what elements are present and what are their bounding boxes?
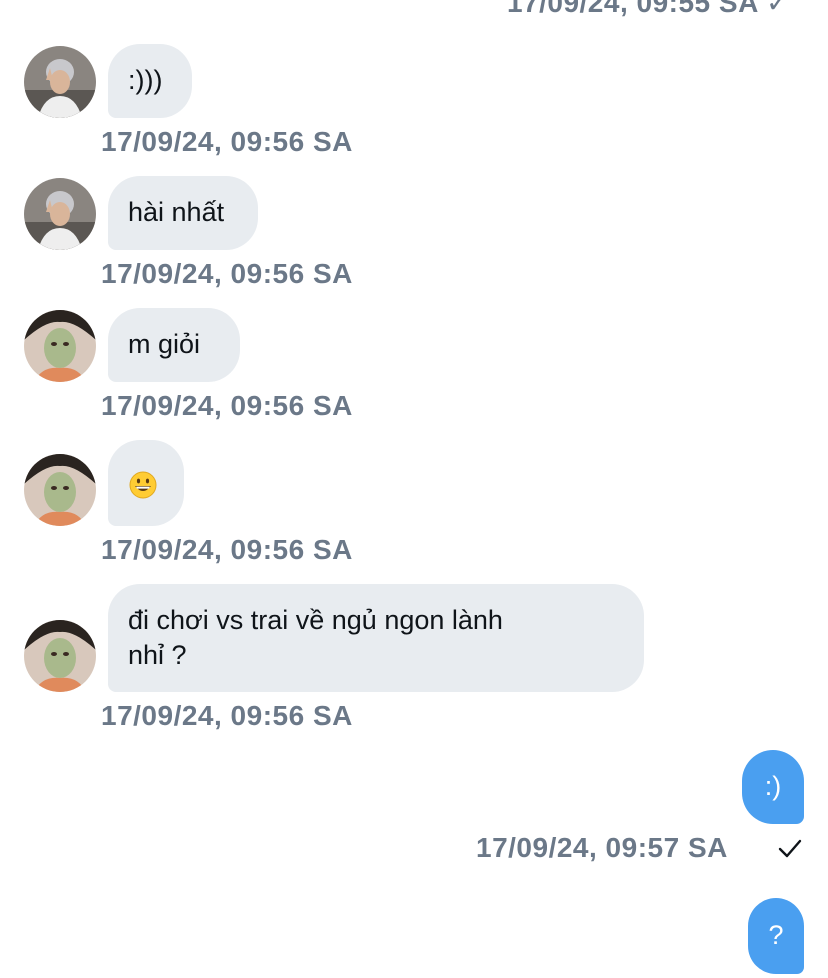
outgoing-message-bubble[interactable]: ? bbox=[748, 898, 804, 974]
message-text: :) bbox=[764, 771, 782, 801]
message-bubble[interactable]: hài nhất bbox=[108, 176, 258, 250]
message-text-line: đi chơi vs trai về ngủ ngon lành bbox=[128, 605, 503, 635]
message-bubble[interactable]: đi chơi vs trai về ngủ ngon lành nhỉ ? bbox=[108, 584, 644, 692]
message-timestamp: 17/09/24, 09:57 SA bbox=[476, 832, 728, 863]
message-timestamp: 17/09/24, 09:56 SA bbox=[101, 258, 353, 289]
message-text: m giỏi bbox=[128, 329, 201, 359]
grinning-face-icon bbox=[129, 471, 163, 499]
message-text: :))) bbox=[128, 65, 163, 95]
outgoing-message-bubble[interactable]: :) bbox=[742, 750, 804, 824]
message-timestamp: 17/09/24, 09:56 SA bbox=[101, 390, 353, 421]
contact-2-avatar[interactable] bbox=[24, 310, 96, 382]
message-text: hài nhất bbox=[128, 197, 225, 227]
message-bubble[interactable]: :))) bbox=[108, 44, 192, 118]
timestamp-partial: 17/09/24, 09:55 SA ✓ bbox=[506, 0, 790, 18]
contact-1-avatar[interactable] bbox=[24, 46, 96, 118]
message-bubble[interactable]: m giỏi bbox=[108, 308, 240, 382]
message-timestamp: 17/09/24, 09:56 SA bbox=[101, 126, 353, 157]
message-text: ? bbox=[768, 920, 784, 950]
message-bubble[interactable] bbox=[108, 440, 184, 526]
contact-2-avatar[interactable] bbox=[24, 620, 96, 692]
message-timestamp: 17/09/24, 09:56 SA bbox=[101, 700, 353, 731]
contact-1-avatar[interactable] bbox=[24, 178, 96, 250]
contact-2-avatar[interactable] bbox=[24, 454, 96, 526]
message-text-line: nhỉ ? bbox=[128, 640, 187, 670]
message-timestamp: 17/09/24, 09:56 SA bbox=[101, 534, 353, 565]
checkmark-icon bbox=[776, 833, 804, 863]
